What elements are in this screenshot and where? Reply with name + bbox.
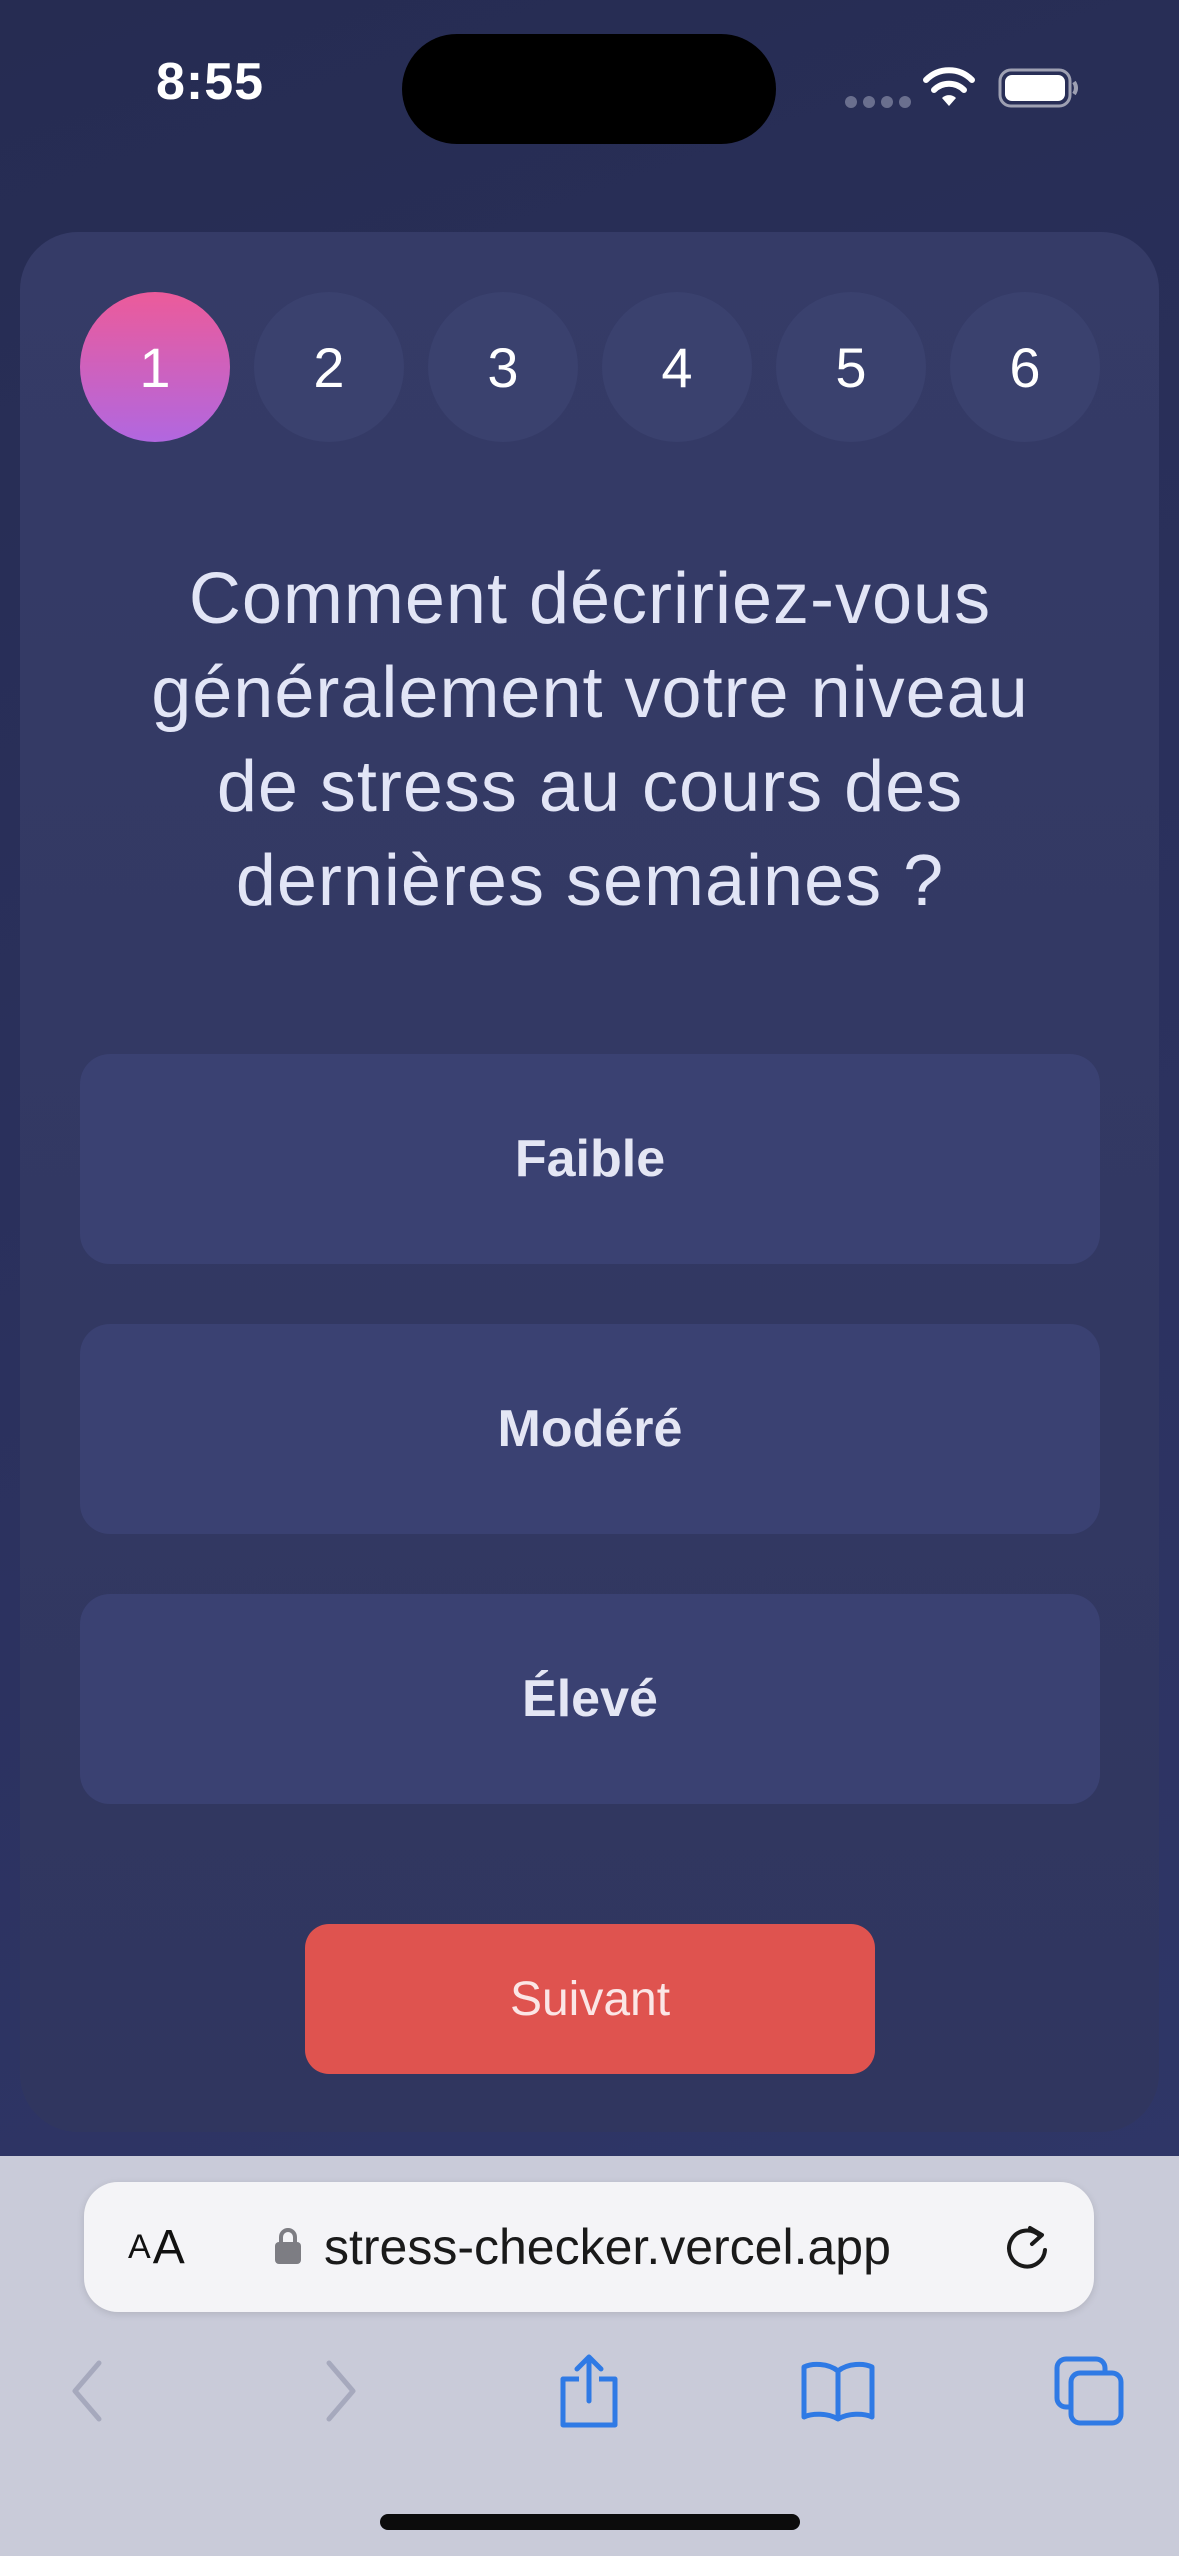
browser-bottom-bar: A A stress-checker.vercel.app <box>0 2156 1179 2556</box>
text-size-large-glyph: A <box>152 2220 185 2274</box>
next-button[interactable]: Suivant <box>305 1924 875 2074</box>
step-4[interactable]: 4 <box>602 292 752 442</box>
browser-toolbar <box>0 2346 1179 2466</box>
battery-icon <box>998 68 1078 108</box>
share-icon <box>560 2354 618 2428</box>
tabs-icon <box>1054 2356 1124 2426</box>
home-indicator[interactable] <box>380 2514 800 2530</box>
reload-icon[interactable] <box>1000 2220 1054 2274</box>
url-text[interactable]: stress-checker.vercel.app <box>324 2182 891 2312</box>
forward-button[interactable] <box>296 2346 386 2436</box>
text-size-small-glyph: A <box>128 2227 151 2266</box>
quiz-card: 1 2 3 4 5 6 Comment décririez-vous génér… <box>20 232 1159 2132</box>
answer-option-faible[interactable]: Faible <box>80 1054 1100 1264</box>
step-5[interactable]: 5 <box>776 292 926 442</box>
back-chevron-icon <box>72 2360 102 2422</box>
step-2[interactable]: 2 <box>254 292 404 442</box>
wifi-icon <box>923 67 975 106</box>
step-indicator: 1 2 3 4 5 6 <box>80 292 1100 442</box>
step-6[interactable]: 6 <box>950 292 1100 442</box>
step-3[interactable]: 3 <box>428 292 578 442</box>
bookmarks-button[interactable] <box>793 2346 883 2436</box>
answer-option-modere[interactable]: Modéré <box>80 1324 1100 1534</box>
share-button[interactable] <box>544 2346 634 2436</box>
address-bar[interactable]: A A stress-checker.vercel.app <box>84 2182 1094 2312</box>
forward-chevron-icon <box>326 2360 356 2422</box>
lock-icon <box>275 2228 301 2264</box>
text-size-button[interactable]: A A <box>128 2182 185 2312</box>
step-1[interactable]: 1 <box>80 292 230 442</box>
answer-option-eleve[interactable]: Élevé <box>80 1594 1100 1804</box>
dynamic-island <box>402 34 776 144</box>
tabs-button[interactable] <box>1044 2346 1134 2436</box>
back-button[interactable] <box>42 2346 132 2436</box>
status-bar: 8:55 <box>0 0 1179 180</box>
cellular-signal-icon <box>845 96 911 108</box>
question-text: Comment décririez-vous généralement votr… <box>151 559 1029 921</box>
status-time: 8:55 <box>156 53 265 111</box>
book-icon <box>801 2361 875 2422</box>
